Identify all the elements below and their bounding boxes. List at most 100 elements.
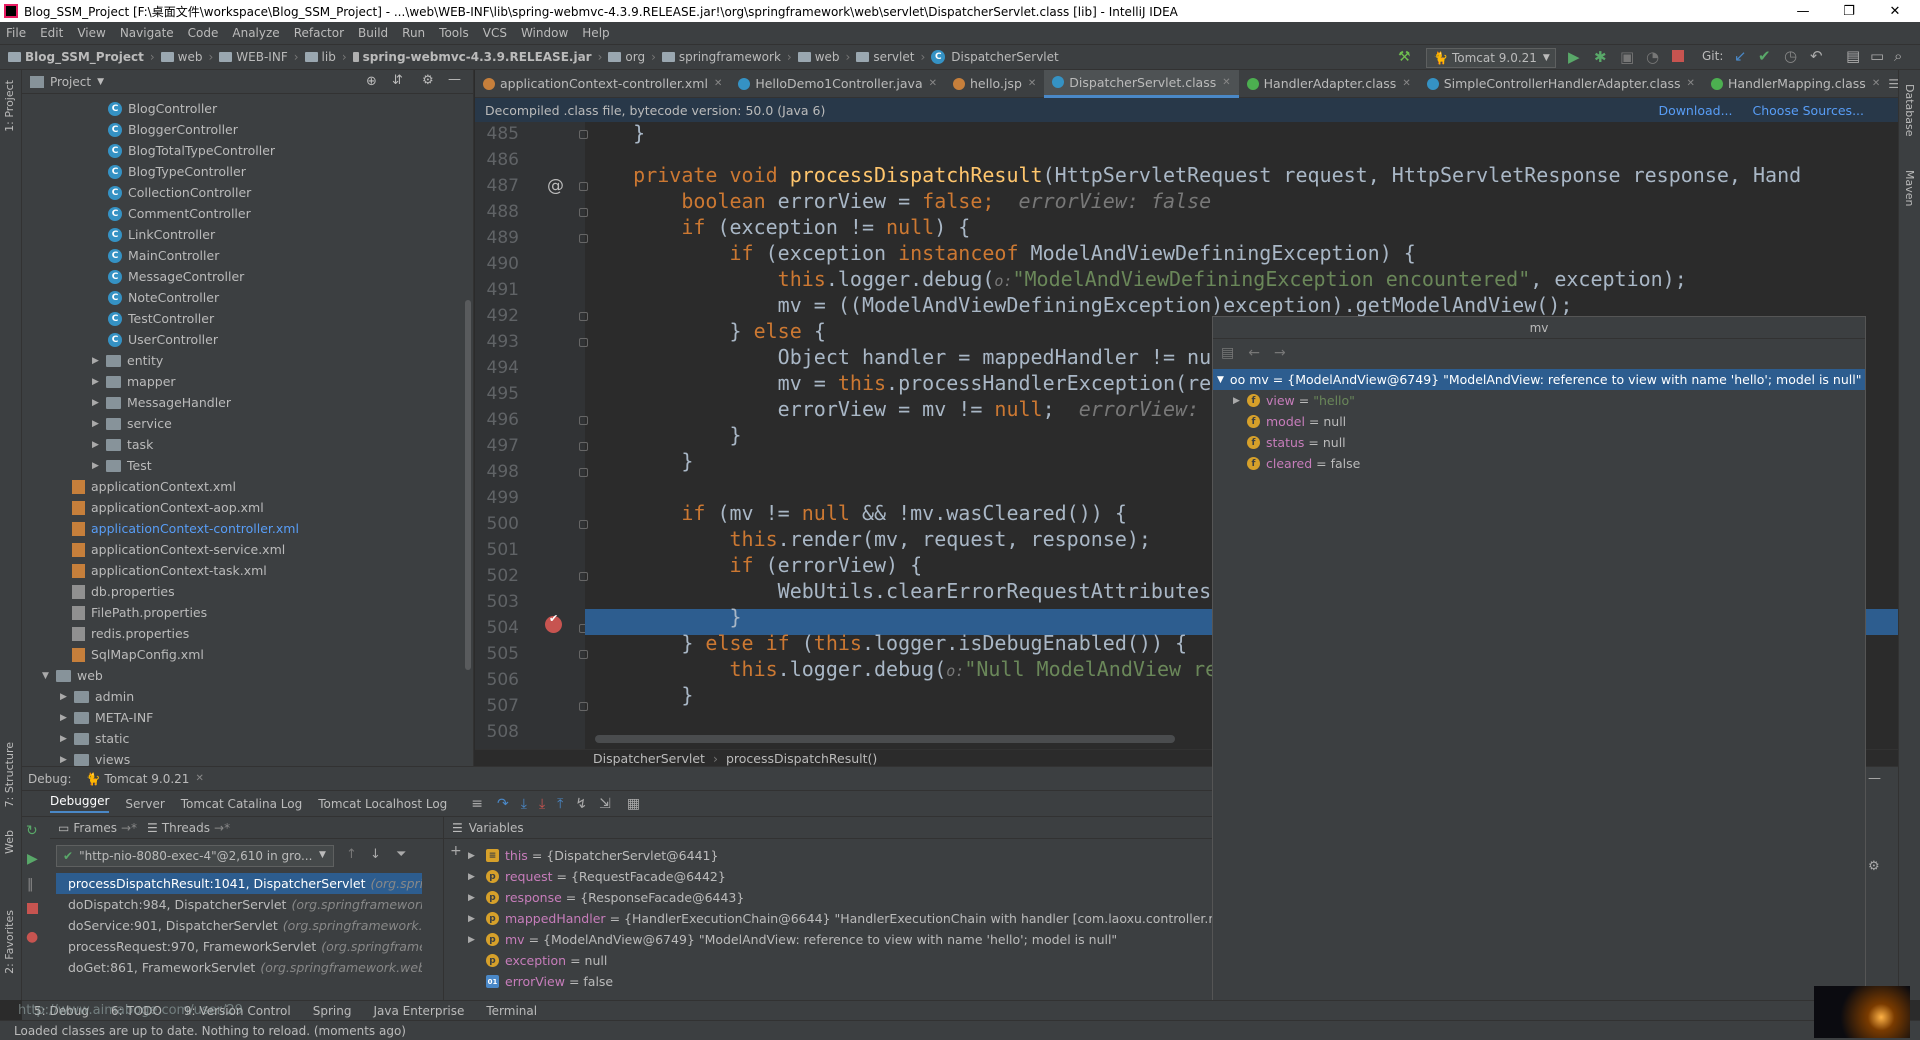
stack-frame[interactable]: processDispatchResult:1041, DispatcherSe…	[56, 873, 422, 894]
tree-item[interactable]: FilePath.properties	[72, 602, 207, 623]
crumb-springframework[interactable]: springframework ›	[661, 50, 792, 64]
tool-tab-spring[interactable]: Spring	[313, 1004, 352, 1018]
crumb-servlet[interactable]: servlet ›	[856, 50, 925, 64]
database-tool-tab[interactable]: Database	[1903, 84, 1916, 137]
resume-icon[interactable]: ▶	[27, 851, 38, 867]
collapsed-arrow-icon[interactable]: ▶	[468, 893, 486, 903]
show-execution-point-icon[interactable]: ≡	[471, 796, 483, 812]
tree-item[interactable]: C BlogTotalTypeController	[108, 140, 275, 161]
up-arrow-icon[interactable]: ↑	[346, 847, 357, 862]
thread-select[interactable]: ✔ "http-nio-8080-exec-4"@2,610 in gro...…	[56, 845, 334, 867]
project-view-select[interactable]: Project	[50, 75, 91, 89]
stack-frame[interactable]: processRequest:970, FrameworkServlet (org…	[56, 936, 422, 957]
collapsed-arrow-icon[interactable]: ▶	[60, 692, 74, 702]
editor-tab[interactable]: HandlerAdapter.class ✕	[1239, 70, 1419, 98]
crumb-web-inf[interactable]: WEB-INF ›	[219, 50, 299, 64]
locate-icon[interactable]: ⊕	[366, 74, 377, 89]
structure-tool-tab[interactable]: 7: Structure	[3, 742, 16, 807]
variable-row[interactable]: ▶ p mv = {ModelAndView@6749} "ModelAndView:…	[468, 929, 1117, 950]
close-icon[interactable]: ✕	[1028, 78, 1036, 89]
step-out-icon[interactable]: ⤒	[557, 796, 563, 812]
hide-panel-icon[interactable]: —	[448, 72, 461, 87]
variable-row[interactable]: ▶ p response = {ResponseFacade@6443}	[468, 887, 744, 908]
search-icon[interactable]: ⌕	[1894, 47, 1902, 65]
close-button[interactable]: ✕	[1872, 0, 1918, 22]
collapsed-arrow-icon[interactable]: ▶	[92, 419, 106, 429]
collapsed-arrow-icon[interactable]: ▶	[468, 872, 486, 882]
tool-tab-java-enterprise[interactable]: Java Enterprise	[373, 1004, 464, 1018]
tree-item[interactable]: C BlogController	[108, 98, 217, 119]
breadcrumb-method[interactable]: processDispatchResult()	[726, 751, 877, 766]
tree-item[interactable]: ▶ task	[92, 434, 153, 455]
menu-run[interactable]: Run	[402, 26, 425, 40]
tab-server[interactable]: Server	[125, 797, 164, 811]
menu-analyze[interactable]: Analyze	[232, 26, 279, 40]
popup-field-row[interactable]: ▶ f view = "hello"	[1213, 390, 1355, 411]
menu-navigate[interactable]: Navigate	[120, 26, 174, 40]
web-tool-tab[interactable]: Web	[3, 830, 16, 854]
chevron-down-icon[interactable]: ▼	[97, 77, 104, 87]
tree-item[interactable]: ▼ web	[42, 665, 103, 686]
crumb-web[interactable]: web ›	[160, 50, 213, 64]
restore-button[interactable]: ❐	[1826, 0, 1872, 22]
pin-icon[interactable]: ▤	[1221, 345, 1234, 361]
tree-item[interactable]: db.properties	[72, 581, 175, 602]
crumb-project[interactable]: Blog_SSM_Project ›	[8, 50, 155, 64]
down-arrow-icon[interactable]: ↓	[370, 847, 381, 862]
close-icon[interactable]: ✕	[1872, 78, 1880, 89]
close-icon[interactable]: ✕	[714, 78, 722, 89]
run-config-select[interactable]: 🐈 Tomcat 9.0.21 ▼	[1426, 48, 1556, 68]
tree-item[interactable]: ▶ service	[92, 413, 172, 434]
collapsed-arrow-icon[interactable]: ▶	[92, 461, 106, 471]
tree-item[interactable]: ▶ admin	[60, 686, 134, 707]
close-icon[interactable]: ✕	[929, 78, 937, 89]
download-sources-link[interactable]: Download...	[1658, 103, 1732, 118]
crumb-jar[interactable]: spring-webmvc-4.3.9.RELEASE.jar ›	[352, 50, 602, 64]
rollback-icon[interactable]: ↶	[1810, 47, 1823, 65]
collapsed-arrow-icon[interactable]: ▶	[60, 755, 74, 765]
expanded-arrow-icon[interactable]: ▼	[42, 671, 56, 681]
override-marker-icon[interactable]: @	[547, 176, 564, 196]
close-icon[interactable]: ✕	[1687, 78, 1695, 89]
stop-icon[interactable]	[1672, 50, 1684, 62]
rerun-icon[interactable]: ↻	[26, 823, 38, 839]
menu-refactor[interactable]: Refactor	[294, 26, 344, 40]
vcs-commit-icon[interactable]: ✔	[1758, 47, 1771, 65]
popup-field-row[interactable]: f cleared = false	[1213, 453, 1360, 474]
popup-field-row[interactable]: f status = null	[1213, 432, 1346, 453]
maven-tool-tab[interactable]: Maven	[1903, 170, 1916, 206]
stack-frame[interactable]: doDispatch:984, DispatcherServlet (org.sp…	[56, 894, 422, 915]
threads-tab[interactable]: Threads	[162, 821, 210, 835]
stop-icon[interactable]	[27, 903, 38, 914]
menu-view[interactable]: View	[77, 26, 105, 40]
tree-item[interactable]: C MainController	[108, 245, 219, 266]
coverage-icon[interactable]: ▣	[1620, 48, 1634, 66]
collapsed-arrow-icon[interactable]: ▶	[92, 377, 106, 387]
variable-row[interactable]: ▶ ≡ this = {DispatcherServlet@6441}	[468, 845, 718, 866]
menu-code[interactable]: Code	[188, 26, 219, 40]
debug-session-tab[interactable]: 🐈 Tomcat 9.0.21 ✕	[86, 772, 204, 786]
tree-item[interactable]: C CollectionController	[108, 182, 251, 203]
tool-tab-terminal[interactable]: Terminal	[486, 1004, 537, 1018]
tree-item[interactable]: applicationContext-aop.xml	[72, 497, 264, 518]
choose-sources-link[interactable]: Choose Sources...	[1753, 103, 1865, 118]
build-hammer-icon[interactable]: ⚒	[1398, 49, 1411, 65]
step-into-icon[interactable]: ⤓	[521, 796, 527, 812]
run-icon[interactable]: ▶	[1568, 48, 1580, 66]
step-over-icon[interactable]: ↷	[497, 796, 509, 812]
tree-item[interactable]: C NoteController	[108, 287, 219, 308]
crumb-org[interactable]: org ›	[608, 50, 656, 64]
editor-tab[interactable]: HandlerMapping.class ✕	[1703, 70, 1888, 98]
back-arrow-icon[interactable]: ←	[1248, 345, 1260, 361]
run-to-cursor-icon[interactable]: ⇲	[599, 796, 611, 812]
project-structure-icon[interactable]: ▤	[1846, 47, 1860, 65]
menu-vcs[interactable]: VCS	[483, 26, 507, 40]
force-step-into-icon[interactable]: ⤓	[539, 796, 545, 812]
crumb-dispatcherservlet[interactable]: C DispatcherServlet	[931, 50, 1059, 64]
menu-file[interactable]: File	[6, 26, 26, 40]
tree-item[interactable]: ▶ entity	[92, 350, 163, 371]
tree-item[interactable]: applicationContext-task.xml	[72, 560, 267, 581]
editor-tab[interactable]: DispatcherServlet.class ✕	[1044, 69, 1239, 98]
drop-frame-icon[interactable]: ↯	[575, 796, 587, 812]
tree-item[interactable]: ▶ mapper	[92, 371, 176, 392]
